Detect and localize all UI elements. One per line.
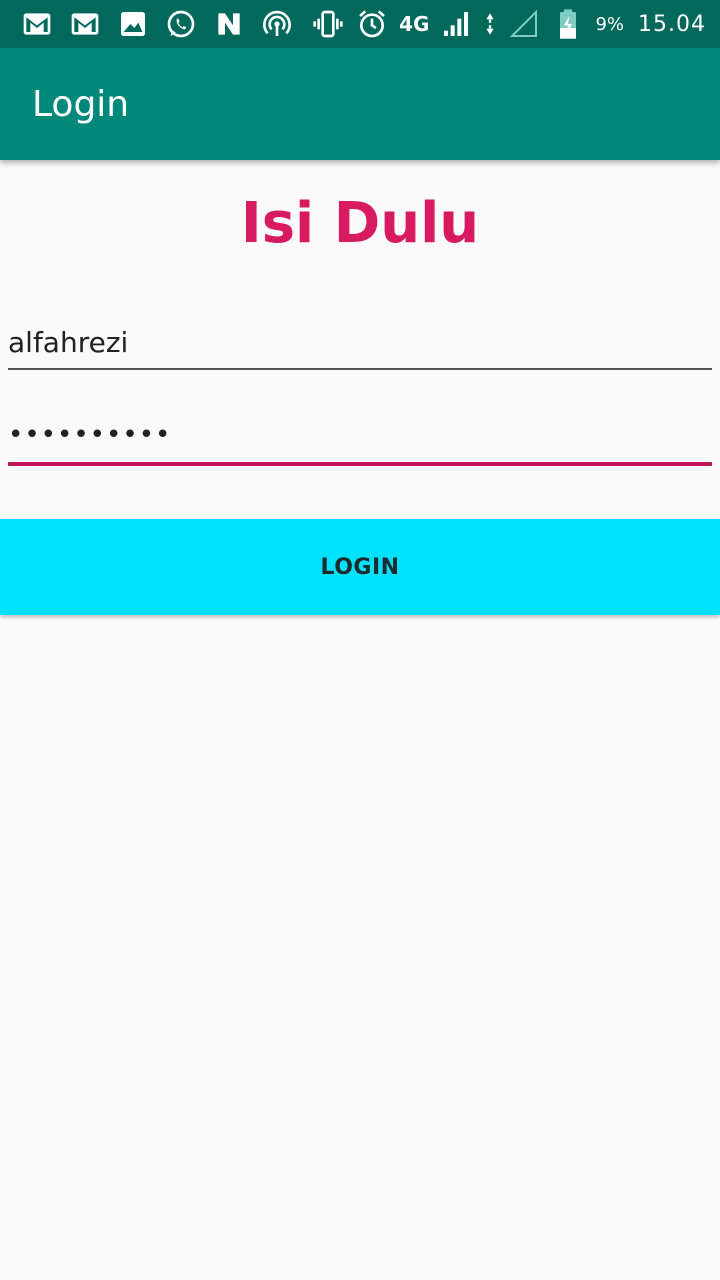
username-field[interactable] — [8, 316, 712, 370]
password-input[interactable] — [8, 408, 712, 462]
signal-empty-icon — [507, 7, 541, 41]
network-4g-label: 4G — [399, 12, 430, 36]
gallery-icon — [116, 7, 150, 41]
password-field[interactable] — [8, 408, 712, 466]
vibrate-icon — [311, 7, 345, 41]
username-input[interactable] — [8, 316, 712, 368]
data-arrows-icon — [483, 7, 497, 41]
status-bar: 4G 9% 15.04 — [0, 0, 720, 48]
n-app-icon — [212, 7, 246, 41]
gmail-icon — [20, 7, 54, 41]
battery-percent: 9% — [595, 13, 625, 35]
page-heading: Isi Dulu — [240, 191, 480, 256]
app-title: Login — [32, 83, 130, 125]
battery-charging-icon — [551, 7, 585, 41]
app-bar: Login — [0, 48, 720, 160]
alarm-icon — [355, 7, 389, 41]
signal-icon — [439, 7, 473, 41]
clock-time: 15.04 — [638, 11, 706, 37]
status-bar-notifications — [20, 7, 311, 41]
status-bar-system: 4G 9% 15.04 — [311, 7, 706, 41]
gmail-icon — [68, 7, 102, 41]
hotspot-icon — [260, 7, 294, 41]
login-button[interactable]: LOGIN — [0, 519, 720, 615]
whatsapp-icon — [164, 7, 198, 41]
